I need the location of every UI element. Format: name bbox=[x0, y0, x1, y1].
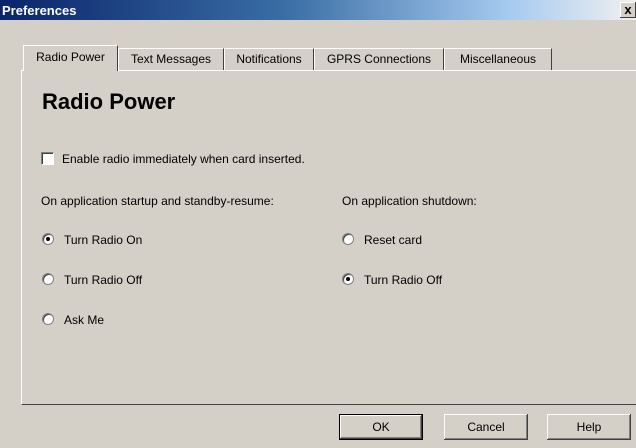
tab-text-messages[interactable]: Text Messages bbox=[118, 48, 224, 70]
window-title: Preferences bbox=[2, 3, 77, 18]
tab-miscellaneous[interactable]: Miscellaneous bbox=[444, 48, 552, 70]
help-button[interactable]: Help bbox=[547, 414, 631, 440]
title-bar: Preferences x bbox=[0, 0, 636, 20]
tab-panel bbox=[21, 70, 636, 405]
tab-notifications[interactable]: Notifications bbox=[224, 48, 314, 70]
tab-gprs-connections[interactable]: GPRS Connections bbox=[314, 48, 444, 70]
close-icon[interactable]: x bbox=[620, 2, 636, 18]
cancel-button[interactable]: Cancel bbox=[444, 414, 528, 440]
tab-radio-power[interactable]: Radio Power bbox=[23, 45, 118, 71]
ok-button[interactable]: OK bbox=[339, 414, 423, 440]
